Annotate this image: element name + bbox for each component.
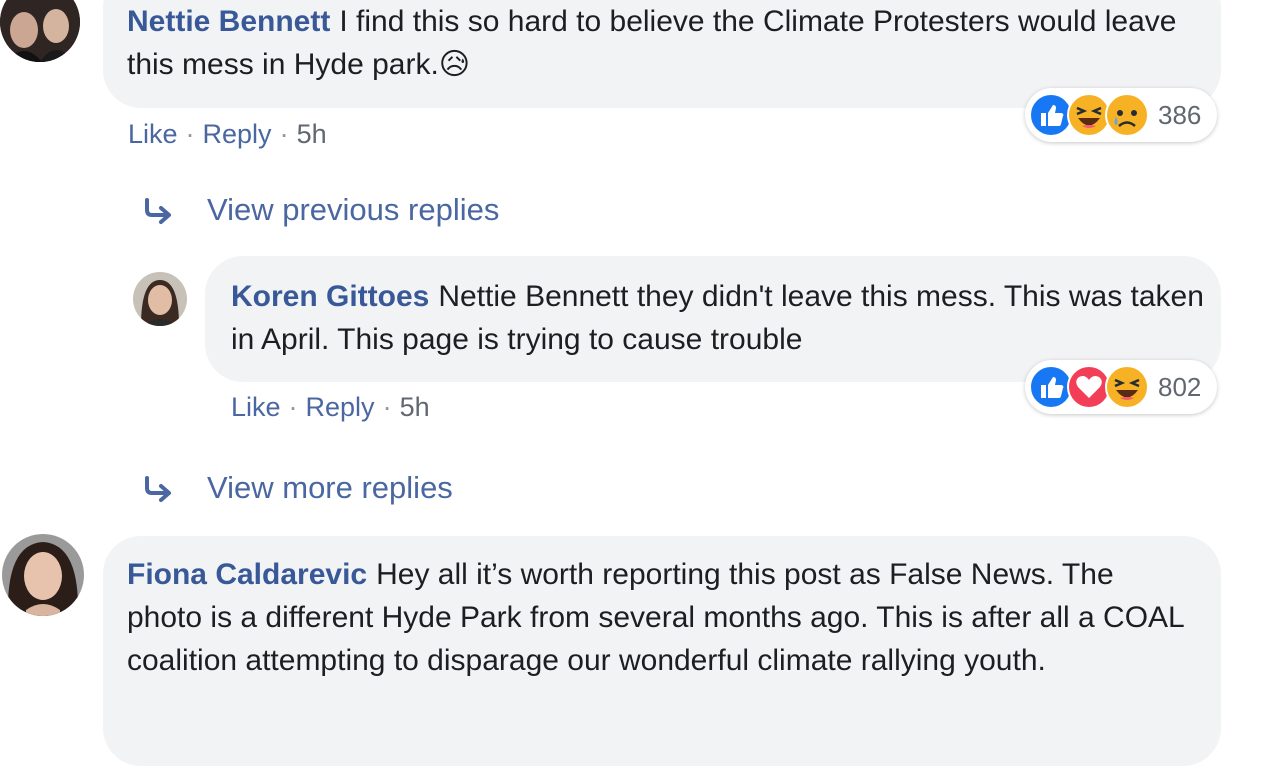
sad-icon: [1105, 93, 1149, 137]
reaction-summary[interactable]: 802: [1025, 360, 1217, 414]
comment-author[interactable]: Fiona Caldarevic: [127, 558, 367, 591]
comment-author[interactable]: Nettie Bennett: [127, 5, 330, 38]
separator: ·: [382, 392, 392, 422]
sad-emoji: 😥: [438, 48, 471, 81]
comment-text: Fiona Caldarevic Hey all it’s worth repor…: [127, 553, 1197, 682]
reply-arrow-icon: [145, 476, 171, 502]
comment-text: Koren Gittoes Nettie Bennett they didn't …: [231, 275, 1206, 361]
timestamp[interactable]: 5h: [400, 392, 430, 422]
timestamp[interactable]: 5h: [297, 119, 327, 149]
avatar[interactable]: [133, 272, 187, 326]
reply-arrow-icon: [145, 198, 171, 224]
avatar[interactable]: [2, 534, 84, 616]
haha-icon: [1105, 365, 1149, 409]
separator: ·: [288, 392, 298, 422]
view-more-replies-link[interactable]: View more replies: [207, 468, 453, 508]
separator: ·: [279, 119, 289, 149]
reply-link[interactable]: Reply: [203, 119, 272, 149]
comment-author[interactable]: Koren Gittoes: [231, 280, 429, 313]
like-link[interactable]: Like: [231, 392, 281, 422]
reaction-count: 386: [1158, 100, 1202, 130]
comment-actions: Like · Reply · 5h: [128, 117, 327, 151]
like-link[interactable]: Like: [128, 119, 178, 149]
view-previous-replies-link[interactable]: View previous replies: [207, 190, 499, 230]
comment-text: Nettie Bennett I find this so hard to bel…: [127, 0, 1207, 86]
separator: ·: [185, 119, 195, 149]
comment-actions: Like · Reply · 5h: [231, 390, 430, 424]
reply-link[interactable]: Reply: [306, 392, 375, 422]
reaction-summary[interactable]: 386: [1025, 88, 1217, 142]
reaction-count: 802: [1158, 372, 1202, 402]
avatar[interactable]: [0, 0, 80, 62]
